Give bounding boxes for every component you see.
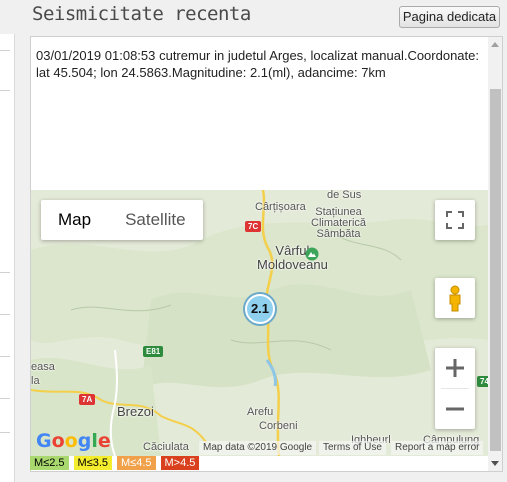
map-label: Brezoi <box>117 404 154 419</box>
legend-item: M≤3.5 <box>73 456 112 470</box>
map-label: Stațiunea Climaterică Sâmbăta <box>311 206 367 240</box>
divider <box>0 50 10 51</box>
divider <box>0 398 10 399</box>
map-label: de Sus <box>327 190 362 201</box>
legend-item: M≤4.5 <box>117 456 156 470</box>
map-label: Căciulata <box>143 441 189 453</box>
map-label: la <box>31 375 40 387</box>
logo-letter: o <box>64 430 78 452</box>
seismicity-panel: 03/01/2019 01:08:53 cutremur in judetul … <box>30 36 503 472</box>
logo-letter: G <box>36 430 52 452</box>
map-type-map-button[interactable]: Map <box>41 200 108 240</box>
scroll-down-icon[interactable] <box>491 461 499 466</box>
left-panel-edge <box>0 34 15 482</box>
scroll-up-icon[interactable] <box>491 42 499 47</box>
divider <box>0 272 10 273</box>
fullscreen-icon <box>446 211 464 229</box>
road-shield: 7A <box>79 394 96 405</box>
zoom-control <box>435 348 475 429</box>
zoom-out-button[interactable] <box>435 389 475 429</box>
logo-letter: g <box>77 430 92 452</box>
divider <box>0 356 10 357</box>
plus-icon <box>446 359 464 377</box>
map-label: Arefu <box>247 406 274 418</box>
divider <box>0 432 10 433</box>
road-shield: 7C <box>245 221 262 232</box>
map-type-satellite-button[interactable]: Satellite <box>108 200 202 240</box>
pegman-icon <box>449 285 461 312</box>
scrollbar[interactable] <box>488 37 502 471</box>
legend-item: M>4.5 <box>160 456 200 470</box>
divider <box>0 90 10 91</box>
scrollbar-thumb[interactable] <box>490 89 501 451</box>
report-map-error-link[interactable]: Report a map error <box>391 441 484 455</box>
fullscreen-button[interactable] <box>435 200 475 240</box>
minus-icon <box>446 407 464 411</box>
map-label: easa <box>31 361 55 373</box>
mountain-peak-icon <box>305 247 319 261</box>
map-label: Corbeni <box>259 420 298 432</box>
terms-of-use-link[interactable]: Terms of Use <box>319 441 386 455</box>
dedicated-page-button[interactable]: Pagina dedicata <box>399 6 500 28</box>
section-title: Seismicitate recenta <box>32 3 251 25</box>
logo-letter: o <box>51 430 65 452</box>
street-view-pegman-button[interactable] <box>435 278 475 318</box>
logo-letter: e <box>97 430 111 452</box>
map-data-attribution: Map data ©2019 Google <box>199 441 317 455</box>
map-type-control: Map Satellite <box>41 200 203 240</box>
divider <box>0 314 10 315</box>
map-label: Cârțișoara <box>255 201 306 213</box>
earthquake-marker[interactable]: 2.1 <box>245 294 275 324</box>
magnitude-legend: M≤2.5 M≤3.5 M≤4.5 M>4.5 <box>30 456 200 470</box>
road-shield: E81 <box>143 346 164 357</box>
google-logo: Google <box>36 430 111 452</box>
event-description: 03/01/2019 01:08:53 cutremur in judetul … <box>36 48 479 80</box>
map-view[interactable]: de Sus Cârțișoara Stațiunea Climaterică … <box>31 190 488 456</box>
legend-item: M≤2.5 <box>30 456 69 470</box>
zoom-in-button[interactable] <box>435 348 475 388</box>
road-shield: 74 <box>477 376 488 387</box>
